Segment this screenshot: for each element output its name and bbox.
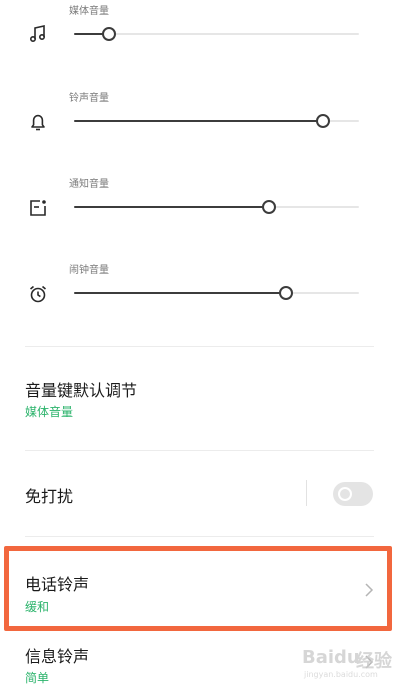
volume-row-ringer: 铃声音量	[0, 87, 407, 167]
ringer-volume-slider[interactable]	[74, 114, 359, 128]
slider-thumb[interactable]	[261, 200, 276, 214]
volume-row-notification: 通知音量	[0, 173, 407, 253]
notification-volume-slider[interactable]	[74, 200, 359, 214]
slider-fill	[74, 206, 268, 208]
alarm-volume-slider[interactable]	[74, 286, 359, 300]
alarm-clock-icon	[27, 283, 49, 305]
slider-thumb[interactable]	[315, 114, 330, 128]
toggle-separator	[306, 480, 307, 506]
do-not-disturb-toggle[interactable]	[333, 482, 373, 506]
section-divider	[25, 450, 374, 451]
slider-fill	[74, 292, 285, 294]
baidu-watermark: Baidu 经验 jingyan.baidu.com	[288, 645, 400, 685]
alarm-volume-label: 闹钟音量	[69, 265, 109, 276]
ringer-volume-label: 铃声音量	[69, 93, 109, 104]
music-note-icon	[27, 23, 49, 45]
media-volume-label: 媒体音量	[69, 6, 109, 17]
toggle-knob	[338, 487, 352, 501]
notification-volume-label: 通知音量	[69, 179, 109, 190]
volume-key-value: 媒体音量	[25, 405, 74, 419]
watermark-url: jingyan.baidu.com	[304, 670, 378, 679]
message-tone-value: 简单	[25, 671, 50, 685]
slider-fill	[74, 120, 322, 122]
volume-row-media: 媒体音量	[0, 0, 407, 80]
volume-row-alarm: 闹钟音量	[0, 259, 407, 339]
section-divider	[25, 346, 374, 347]
notification-icon	[27, 197, 49, 219]
slider-thumb[interactable]	[102, 27, 117, 41]
message-tone-title: 信息铃声	[25, 647, 90, 666]
volume-key-title: 音量键默认调节	[25, 381, 138, 400]
highlight-annotation	[4, 546, 392, 631]
section-divider	[25, 536, 374, 537]
bell-icon	[27, 111, 49, 133]
do-not-disturb-title: 免打扰	[25, 487, 74, 506]
slider-thumb[interactable]	[278, 286, 293, 300]
media-volume-slider[interactable]	[74, 27, 359, 41]
watermark-brand: Baidu	[302, 647, 360, 668]
